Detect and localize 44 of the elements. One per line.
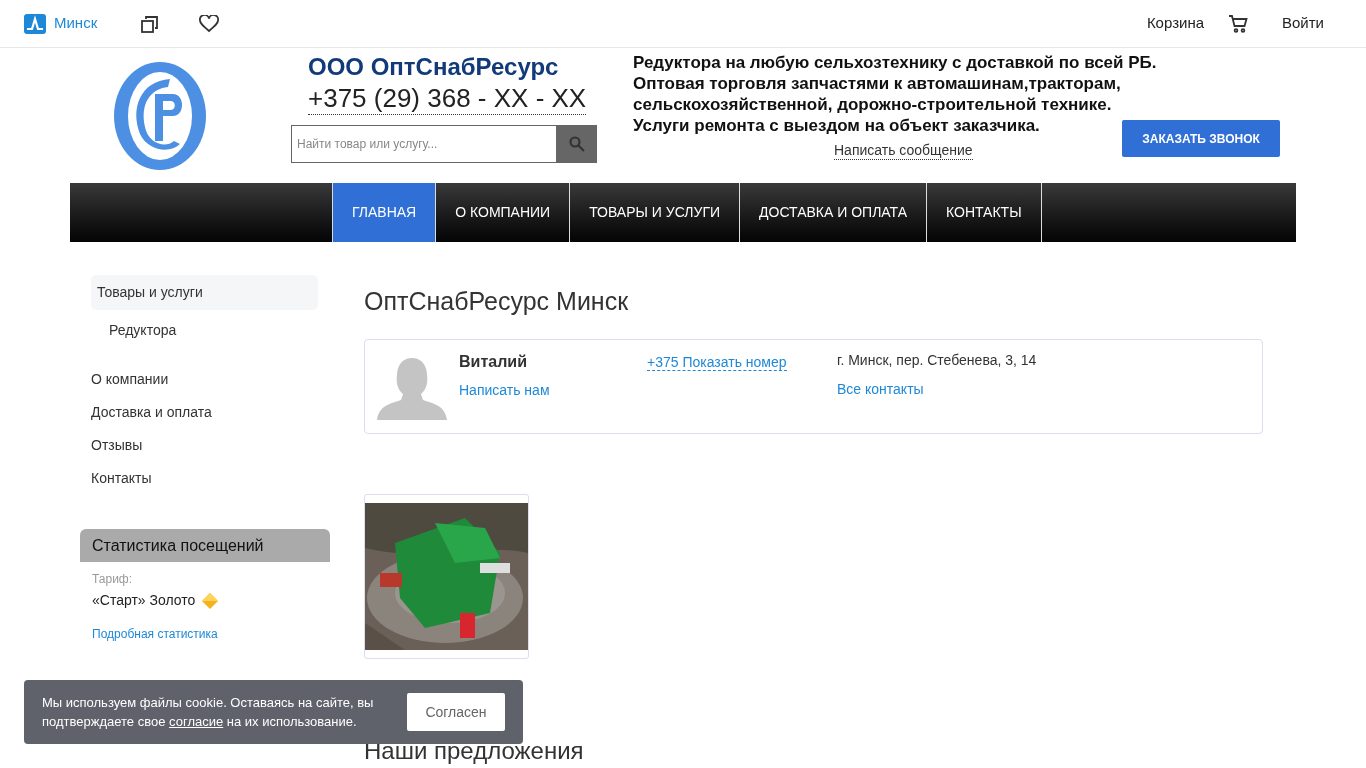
nav-tab[interactable]: ДОСТАВКА И ОПЛАТА — [739, 183, 926, 242]
sidebar-item[interactable]: Контакты — [91, 462, 318, 495]
callback-button[interactable]: ЗАКАЗАТЬ ЗВОНОК — [1122, 120, 1280, 157]
logo-icon[interactable] — [24, 13, 46, 34]
nav-tab[interactable]: КОНТАКТЫ — [926, 183, 1042, 242]
contact-name: Виталий — [459, 352, 528, 372]
cart-icon[interactable] — [1228, 14, 1248, 33]
show-phone-link[interactable]: +375 Показать номер — [647, 354, 787, 371]
company-name: ООО ОптСнабРесурс — [308, 52, 559, 82]
sidebar-item[interactable]: Редуктора — [108, 314, 318, 347]
stats-header: Статистика посещений — [80, 529, 330, 562]
page-title: ОптСнабРесурс Минск — [364, 286, 630, 317]
consent-link[interactable]: согласие — [169, 714, 224, 729]
tariff-name: «Старт» Золото — [92, 591, 196, 610]
all-contacts-link[interactable]: Все контакты — [837, 379, 1037, 400]
login-link[interactable]: Войти — [1282, 12, 1324, 35]
cookie-text: Мы используем файлы cookie. Оставаясь на сайте, вы подтверждаете свое согласие на их использование. — [42, 694, 375, 731]
tariff-label: Тариф: — [92, 571, 134, 588]
slogan-line: Услуги ремонта с выездом на объект заказчика. — [633, 115, 1041, 136]
sidebar-item[interactable]: О компании — [91, 363, 318, 396]
section-title: Наши предложения — [364, 740, 585, 762]
city-link[interactable]: Минск — [54, 12, 98, 35]
statistics-link[interactable]: Подробная статистика — [92, 625, 318, 643]
sidebar-item[interactable]: Товары и услуги — [91, 275, 318, 310]
heart-icon[interactable] — [199, 14, 220, 33]
sidebar-item[interactable]: Отзывы — [91, 429, 318, 462]
nav-tab[interactable]: ГЛАВНАЯ — [332, 183, 436, 242]
sidebar-item[interactable]: Доставка и оплата — [91, 396, 318, 429]
nav-tab[interactable]: ТОВАРЫ И УСЛУГИ — [569, 183, 740, 242]
compare-icon[interactable] — [141, 14, 160, 33]
search-field[interactable]: Найти товар или услугу... — [291, 125, 557, 163]
slogan-line: сельскохозяйственной, дорожно-строительной технике. — [633, 94, 1113, 115]
agree-button[interactable]: Согласен — [407, 693, 505, 731]
message-link[interactable]: Написать сообщение — [834, 142, 973, 160]
slogan-line: Редуктора на любую сельхозтехнику с доставкой по всей РБ. — [633, 52, 1158, 73]
phone-number[interactable]: +375 (29) 368 - XX - XX — [308, 82, 587, 115]
cart-link[interactable]: Корзина — [1146, 12, 1204, 35]
avatar-icon — [377, 356, 447, 420]
search-icon — [569, 136, 585, 152]
slogan-line: Оптовая торговля запчастями к автомашинам,тракторам, — [633, 73, 1122, 94]
address-text: г. Минск, пер. Стебенева, 3, 14 — [837, 351, 1037, 370]
diamond-icon — [201, 591, 220, 610]
write-link[interactable]: Написать нам — [459, 380, 647, 401]
nav-tab[interactable]: О КОМПАНИИ — [435, 183, 570, 242]
